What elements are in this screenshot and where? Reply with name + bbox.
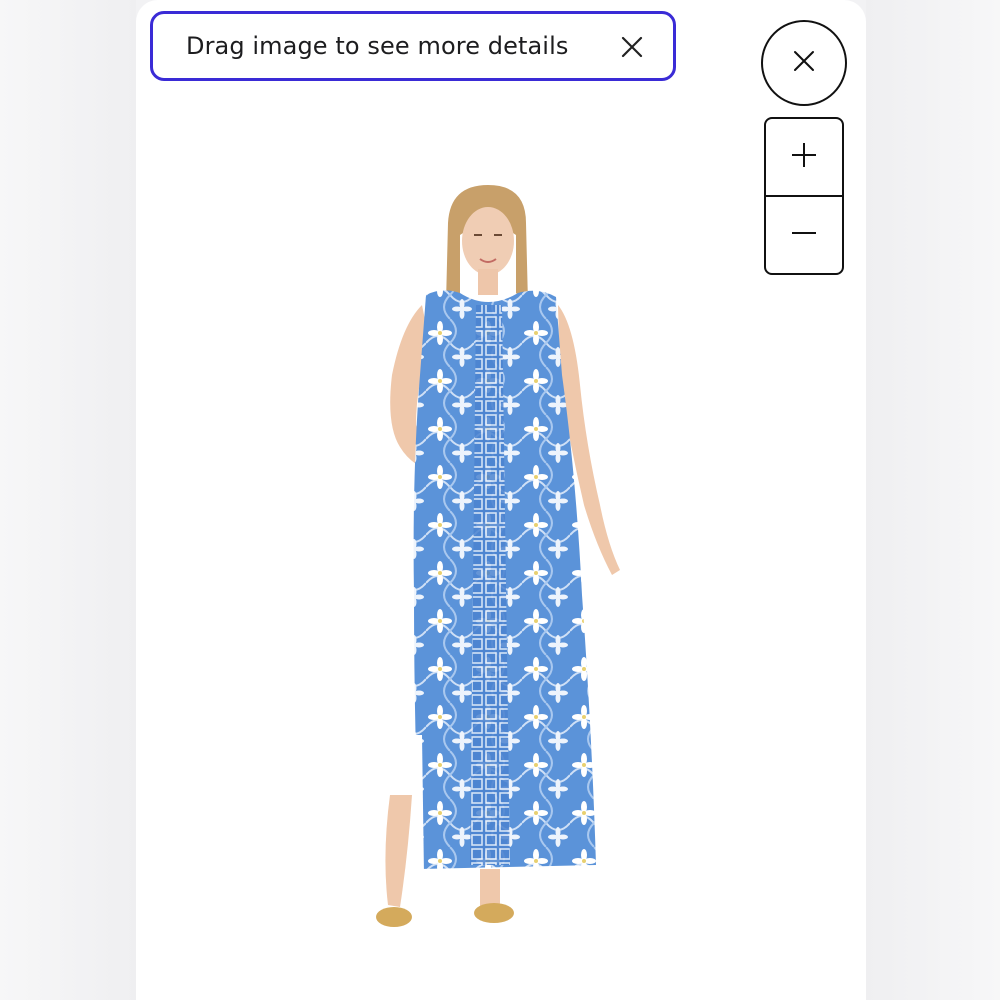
- zoom-out-button[interactable]: [766, 197, 842, 273]
- zoom-controls: [764, 117, 844, 275]
- plus-icon: [791, 142, 817, 172]
- backdrop-right: [866, 0, 1000, 1000]
- close-icon[interactable]: [621, 36, 643, 58]
- product-image[interactable]: [330, 175, 650, 955]
- minus-icon: [791, 220, 817, 250]
- zoom-in-button[interactable]: [766, 119, 842, 195]
- drag-hint-text: Drag image to see more details: [186, 32, 569, 60]
- drag-hint-banner: Drag image to see more details: [150, 11, 676, 81]
- close-icon: [793, 50, 815, 76]
- close-viewer-button[interactable]: [761, 20, 847, 106]
- backdrop-left: [0, 0, 136, 1000]
